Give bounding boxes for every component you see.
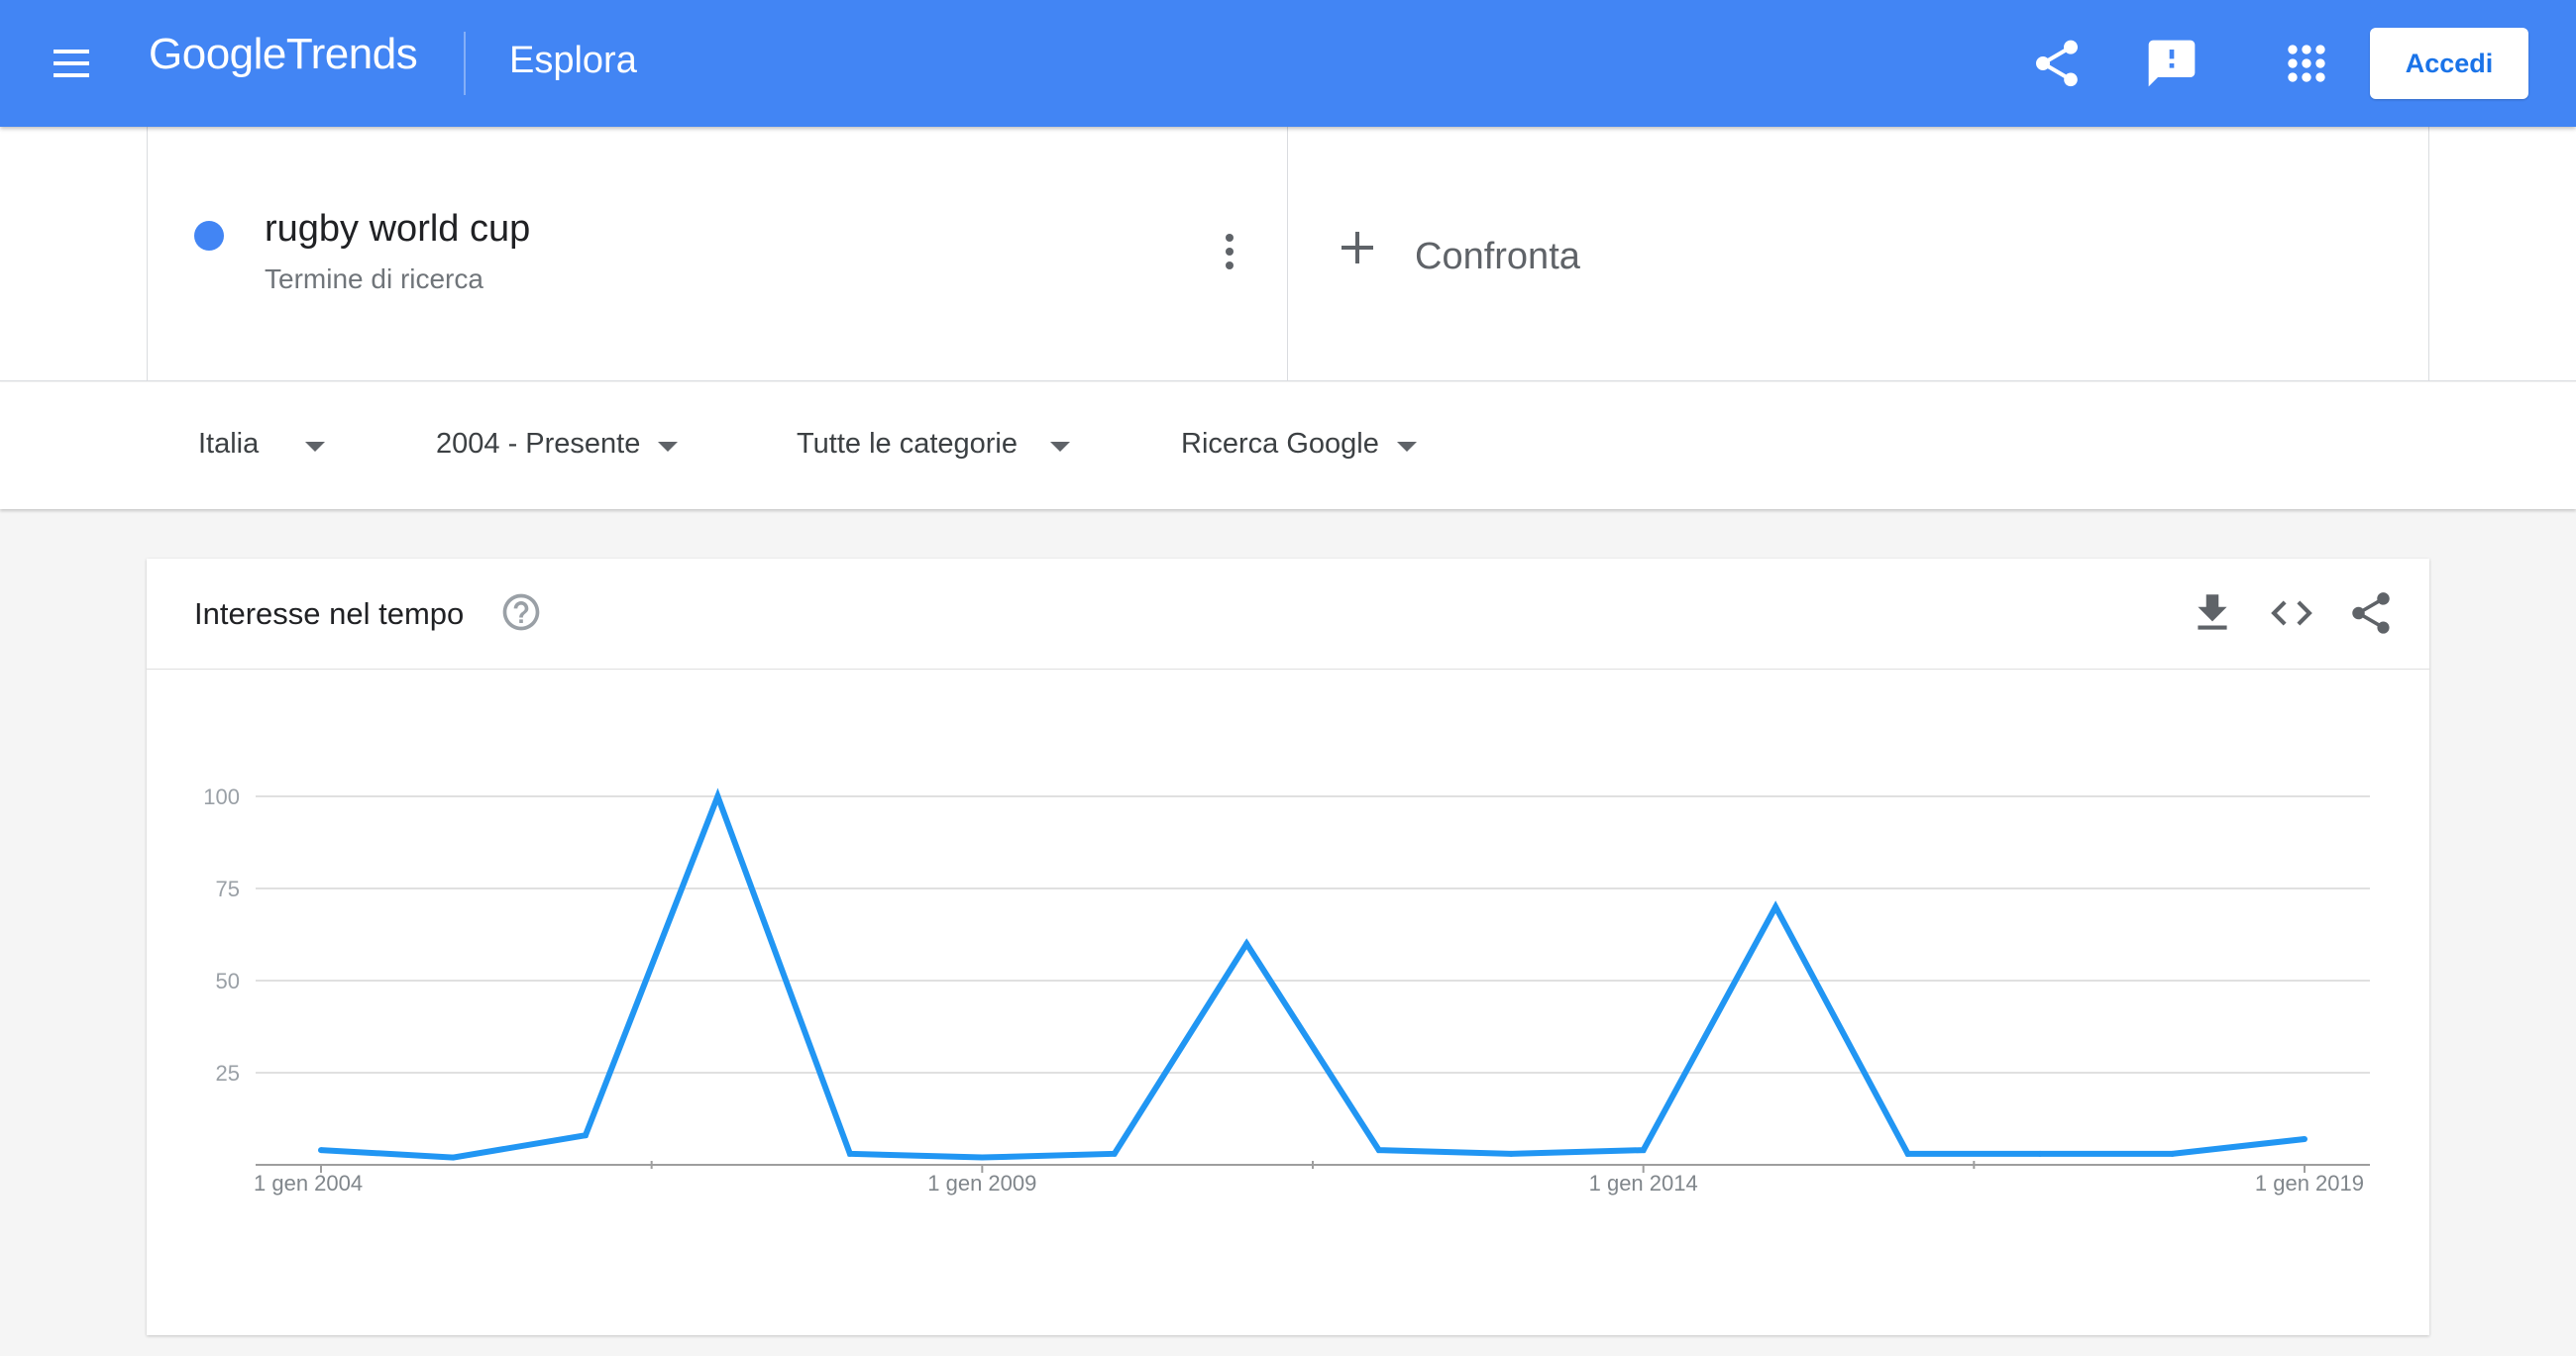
data-point: [714, 793, 721, 799]
more-vert-icon[interactable]: [1218, 234, 1241, 283]
feedback-icon[interactable]: [2144, 36, 2200, 91]
data-point: [582, 1132, 589, 1139]
apps-icon[interactable]: [2279, 36, 2334, 91]
data-point: [1508, 1150, 1515, 1157]
chart-area[interactable]: 25 50 75 100 1 gen 2004 1 gen 2009 1 gen 2014 1…: [147, 670, 2429, 1335]
interest-over-time-card: Interesse nel tempo 25 50 75 100 1 gen 2004 1…: [147, 559, 2429, 1335]
filter-category[interactable]: Tutte le categorie: [797, 428, 1018, 461]
download-icon[interactable]: [2188, 588, 2237, 638]
x-tick-label: 1 gen 2009: [927, 1171, 1036, 1196]
help-icon[interactable]: [499, 590, 543, 634]
data-point: [1375, 1147, 1382, 1154]
data-point: [1904, 1150, 1911, 1157]
app-header: GoogleTrends Esplora Accedi: [0, 0, 2576, 127]
filter-period[interactable]: 2004 - Presente: [436, 428, 640, 461]
data-point: [846, 1150, 853, 1157]
logo-trends: Trends: [285, 30, 418, 78]
chart-share-icon[interactable]: [2346, 588, 2396, 638]
data-point: [450, 1154, 457, 1161]
filter-property[interactable]: Ricerca Google: [1181, 428, 1379, 461]
data-point: [1243, 940, 1250, 947]
data-point: [2302, 1135, 2308, 1142]
data-point: [2169, 1150, 2176, 1157]
data-point: [2037, 1150, 2044, 1157]
data-point: [318, 1147, 324, 1154]
logo-google: Google: [149, 30, 286, 78]
y-tick-label: 75: [216, 877, 240, 901]
embed-icon[interactable]: [2267, 588, 2316, 638]
property-dropdown-icon[interactable]: [1397, 442, 1417, 452]
y-tick-label: 100: [203, 784, 240, 809]
page-title: Esplora: [509, 40, 637, 81]
x-tick-label: 1 gen 2004: [254, 1171, 363, 1196]
data-point: [979, 1154, 986, 1161]
period-dropdown-icon[interactable]: [658, 442, 678, 452]
y-tick-label: 50: [216, 969, 240, 993]
category-dropdown-icon[interactable]: [1050, 442, 1070, 452]
compare-button[interactable]: Confronta: [1288, 127, 2429, 381]
series-line: [320, 787, 2306, 1161]
x-tick-label: 1 gen 2014: [1589, 1171, 1698, 1196]
data-point: [1640, 1147, 1647, 1154]
add-icon: [1342, 232, 1373, 263]
search-term-card[interactable]: rugby world cup Termine di ricerca: [147, 127, 1288, 381]
header-divider: [464, 32, 466, 95]
term-name[interactable]: rugby world cup: [265, 208, 530, 251]
menu-icon[interactable]: [48, 44, 95, 83]
term-color-dot: [194, 221, 224, 251]
y-tick-label: 25: [216, 1061, 240, 1086]
filters-bar: Italia 2004 - Presente Tutte le categori…: [0, 382, 2576, 509]
x-tick-label: 1 gen 2019: [2255, 1171, 2364, 1196]
term-type: Termine di ricerca: [265, 263, 483, 294]
compare-label: Confronta: [1415, 236, 1580, 277]
google-trends-logo[interactable]: GoogleTrends: [149, 30, 418, 79]
filter-region[interactable]: Italia: [198, 428, 259, 461]
line-chart[interactable]: 25 50 75 100 1 gen 2004 1 gen 2009 1 gen 2014 1…: [147, 670, 2429, 1335]
data-point: [1772, 903, 1779, 910]
share-icon[interactable]: [2029, 36, 2085, 91]
signin-button[interactable]: Accedi: [2370, 28, 2528, 99]
explore-bar: rugby world cup Termine di ricerca Confr…: [0, 127, 2576, 381]
card-header: Interesse nel tempo: [147, 559, 2429, 670]
card-title: Interesse nel tempo: [194, 596, 465, 631]
region-dropdown-icon[interactable]: [305, 442, 325, 452]
data-point: [1111, 1150, 1118, 1157]
